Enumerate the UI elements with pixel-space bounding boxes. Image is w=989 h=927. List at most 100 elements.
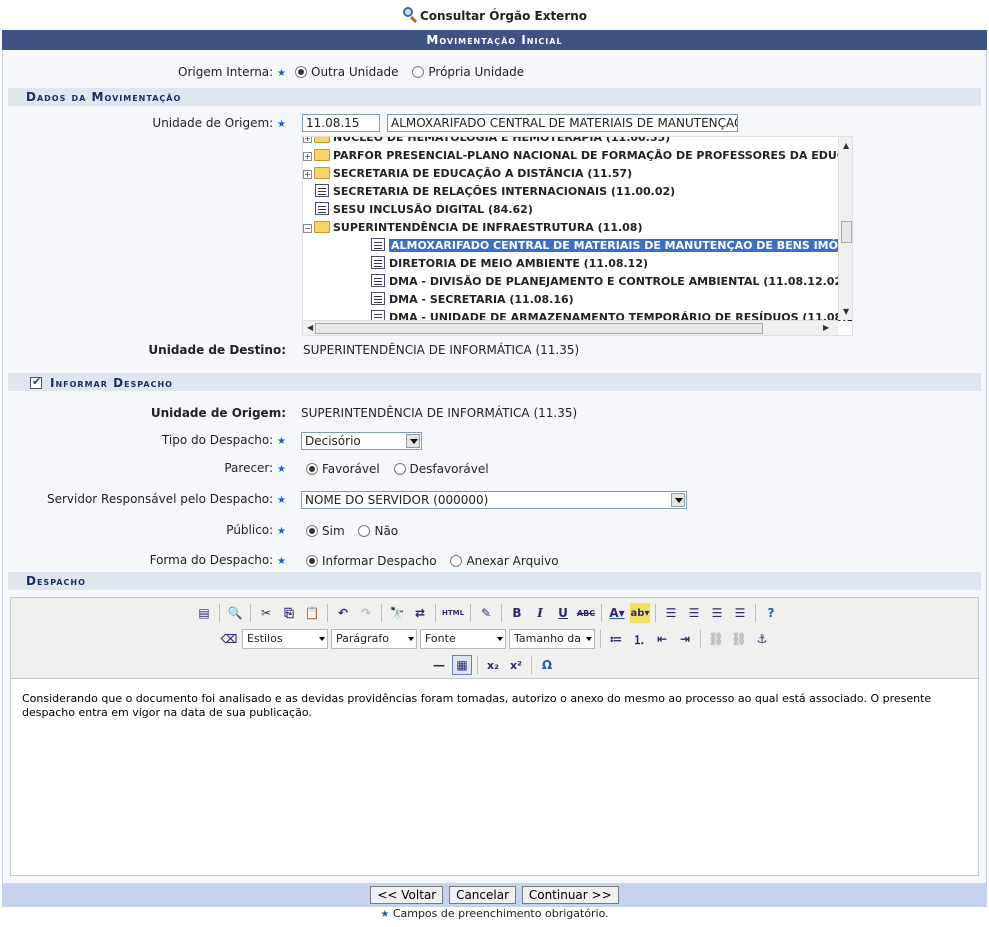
special-char-icon[interactable]: Ω [537, 655, 557, 675]
tree-horizontal-scrollbar[interactable]: ◀ ▶ [303, 320, 838, 335]
required-icon: ★ [277, 464, 286, 475]
undo-icon[interactable]: ↶ [333, 603, 353, 623]
despacho-unidade-origem-label: Unidade de Origem: [150, 406, 286, 420]
tree-item[interactable]: SECRETARIA DE RELAÇÕES INTERNACIONAIS (1… [315, 183, 675, 201]
folder-open-icon [314, 221, 330, 233]
radio-sim[interactable] [306, 525, 318, 537]
chevron-down-icon [406, 434, 420, 448]
document-icon [371, 274, 385, 287]
font-size-select[interactable]: Tamanho da Fonte [509, 629, 595, 649]
scroll-thumb[interactable] [841, 221, 852, 243]
radio-nao[interactable] [358, 525, 371, 537]
align-justify-icon[interactable]: ☰ [730, 603, 750, 623]
cut-icon[interactable]: ✂ [256, 603, 276, 623]
tree-item[interactable]: DMA - DIVISÃO DE PLANEJAMENTO E CONTROLE… [371, 273, 847, 291]
tree-item[interactable]: + SECRETARIA DE EDUCAÇÃO A DISTÂNCIA (11.… [303, 165, 632, 183]
radio-favoravel[interactable] [306, 463, 318, 475]
align-center-icon[interactable]: ☰ [684, 603, 704, 623]
required-icon: ★ [277, 119, 286, 130]
tree-item[interactable]: + PARFOR PRESENCIAL-PLANO NACIONAL DE FOR… [303, 147, 852, 165]
publico-label: Público: ★ [226, 523, 286, 537]
highlight-icon[interactable]: ab▾ [630, 603, 650, 623]
indent-icon[interactable]: ⇥ [675, 629, 695, 649]
voltar-button[interactable]: << Voltar [370, 886, 444, 904]
styles-select[interactable]: Estilos [242, 629, 328, 649]
editor-content[interactable]: Considerando que o documento foi analisa… [22, 692, 972, 720]
tree-item-selected[interactable]: ALMOXARIFADO CENTRAL DE MATERIAIS DE MAN… [371, 237, 852, 255]
chevron-down-icon [671, 493, 685, 507]
required-icon: ★ [277, 526, 286, 537]
parecer-label: Parecer: ★ [224, 461, 286, 475]
numbered-list-icon[interactable]: ⒈ [629, 629, 649, 649]
strikethrough-icon[interactable]: ABC [576, 603, 596, 623]
tree-item[interactable]: − SUPERINTENDÊNCIA DE INFRAESTRUTURA (11.… [303, 219, 643, 237]
font-select[interactable]: Fonte [420, 629, 506, 649]
tipo-despacho-select[interactable]: Decisório [301, 432, 422, 450]
unidade-origem-name-input[interactable]: ALMOXARIFADO CENTRAL DE MATERIAIS DE MAN… [387, 114, 738, 132]
scroll-up-icon[interactable]: ▲ [843, 141, 849, 150]
tree-item[interactable]: SESU INCLUSÃO DIGITAL (84.62) [315, 201, 533, 219]
cancelar-button[interactable]: Cancelar [449, 886, 517, 904]
radio-anexar-arquivo[interactable] [450, 555, 463, 567]
horizontal-rule-icon[interactable]: — [429, 655, 449, 675]
unit-tree[interactable]: + NÚCLEO DE HEMATOLOGIA E HEMOTERAPIA (11… [302, 136, 853, 336]
informar-despacho-checkbox[interactable] [30, 375, 42, 390]
required-icon: ★ [277, 68, 286, 79]
copy-icon[interactable]: ⎘ [279, 603, 299, 623]
bullet-list-icon[interactable]: ≔ [606, 629, 626, 649]
outdent-icon[interactable]: ⇤ [652, 629, 672, 649]
align-left-icon[interactable]: ☰ [661, 603, 681, 623]
scroll-left-icon[interactable]: ◀ [307, 323, 313, 332]
tree-vertical-scrollbar[interactable]: ▲ ▼ [838, 137, 852, 320]
search-icon [402, 7, 418, 24]
scroll-thumb[interactable] [315, 323, 763, 334]
servidor-label: Servidor Responsável pelo Despacho: ★ [46, 492, 286, 506]
link-icon[interactable]: ⛓ [706, 629, 726, 649]
find-icon[interactable]: 🔭 [387, 603, 407, 623]
required-note: ★ Campos de preenchimento obrigatório. [380, 907, 609, 920]
forma-despacho-label: Forma do Despacho: ★ [149, 553, 286, 567]
anchor-icon[interactable]: ⚓ [752, 629, 772, 649]
document-icon [371, 238, 385, 251]
source-icon[interactable]: ▤ [194, 603, 214, 623]
toolbar-row-2: ⌫ Estilos Parágrafo Fonte Tamanho da Fon… [219, 627, 772, 651]
required-icon: ★ [277, 436, 286, 447]
italic-icon[interactable]: I [530, 603, 550, 623]
table-icon[interactable]: ▦ [452, 655, 472, 675]
subscript-icon[interactable]: x₂ [483, 655, 503, 675]
continuar-button[interactable]: Continuar >> [521, 886, 619, 904]
section-dados-movimentacao: Dados da Movimentação [8, 88, 981, 106]
superscript-icon[interactable]: x² [506, 655, 526, 675]
rich-text-editor[interactable]: ▤ 🔍 ✂ ⎘ 📋 ↶ ↷ 🔭 ⇄ HTML ✎ B I U ABC A▾ ab… [10, 597, 979, 876]
radio-desfavoravel[interactable] [393, 463, 406, 475]
tree-item[interactable]: DIRETORIA DE MEIO AMBIENTE (11.08.12) [371, 255, 648, 273]
bold-icon[interactable]: B [507, 603, 527, 623]
toolbar-row-3: — ▦ x₂ x² Ω [429, 653, 557, 677]
preview-icon[interactable]: 🔍 [225, 603, 245, 623]
origem-interna-label: Origem Interna: ★ [178, 65, 286, 79]
paragraph-select[interactable]: Parágrafo [331, 629, 417, 649]
align-right-icon[interactable]: ☰ [707, 603, 727, 623]
unlink-icon[interactable]: ⛓ [729, 629, 749, 649]
forma-despacho-options: Informar Despacho Anexar Arquivo [302, 554, 559, 568]
eraser-icon[interactable]: ⌫ [219, 629, 239, 649]
scroll-right-icon[interactable]: ▶ [823, 323, 829, 332]
tree-item[interactable]: DMA - SECRETARIA (11.08.16) [371, 291, 574, 309]
radio-outra-unidade[interactable] [295, 66, 307, 78]
text-color-icon[interactable]: A▾ [607, 603, 627, 623]
redo-icon[interactable]: ↷ [356, 603, 376, 623]
replace-icon[interactable]: ⇄ [410, 603, 430, 623]
html-icon[interactable]: HTML [441, 603, 465, 623]
help-icon[interactable]: ? [761, 603, 781, 623]
form-caption: Movimentação Inicial [2, 30, 987, 50]
scroll-down-icon[interactable]: ▼ [843, 307, 849, 316]
required-icon: ★ [380, 909, 390, 920]
radio-propria-unidade[interactable] [412, 66, 425, 78]
underline-icon[interactable]: U [553, 603, 573, 623]
paste-icon[interactable]: 📋 [302, 603, 322, 623]
radio-informar-despacho[interactable] [306, 555, 318, 567]
servidor-select[interactable]: NOME DO SERVIDOR (000000) [301, 491, 687, 509]
clean-format-icon[interactable]: ✎ [476, 603, 496, 623]
tree-item[interactable]: + NÚCLEO DE HEMATOLOGIA E HEMOTERAPIA (11… [303, 137, 670, 147]
unidade-origem-code-input[interactable]: 11.08.15 [302, 114, 380, 132]
